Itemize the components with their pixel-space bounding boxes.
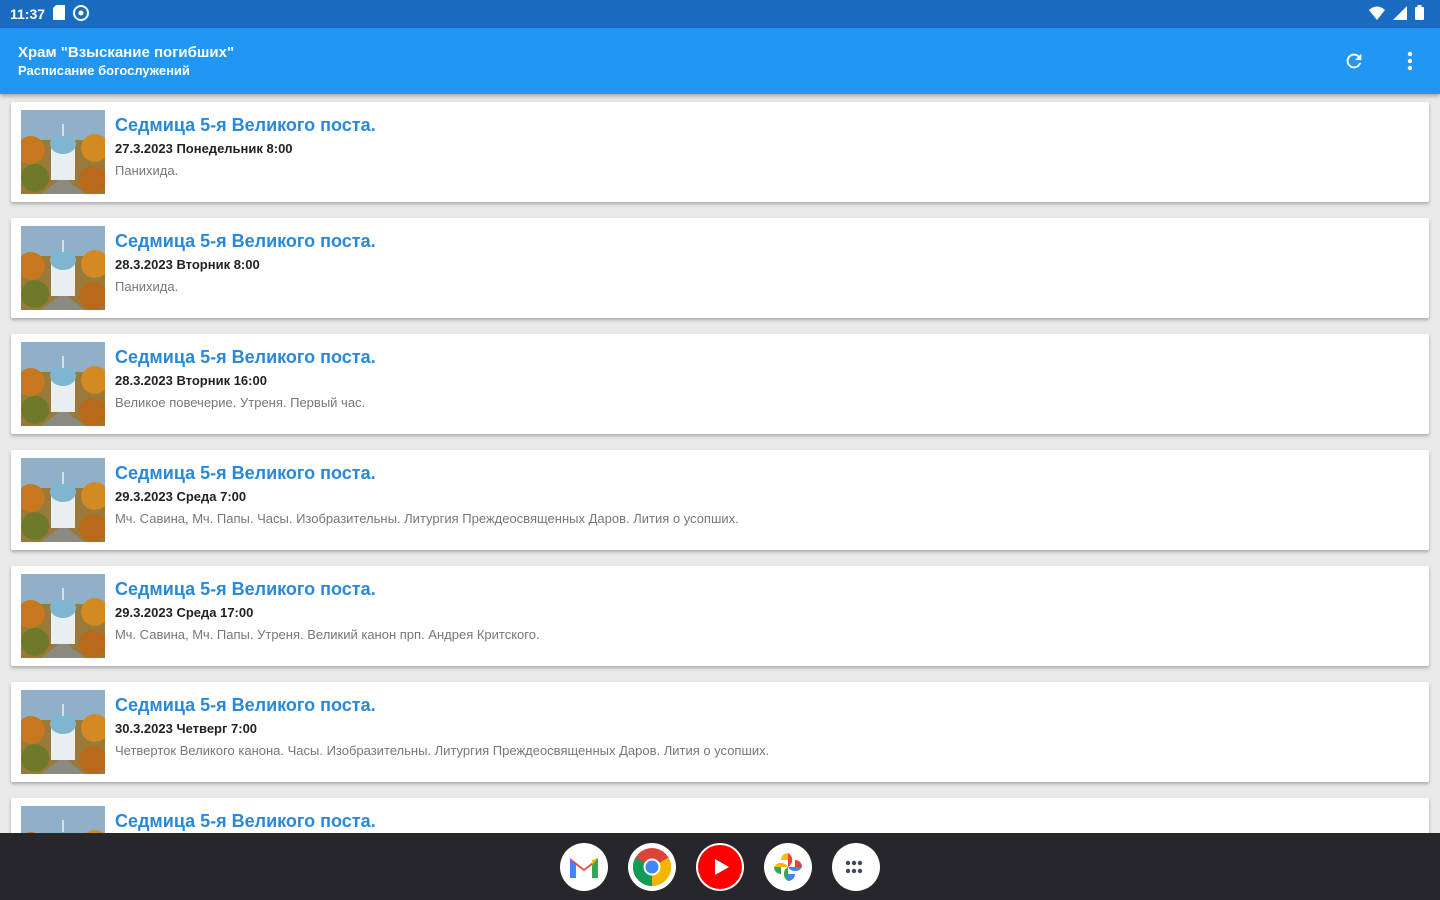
event-title: Седмица 5-я Великого поста.	[115, 347, 376, 367]
event-datetime: 30.3.2023 Четверг 7:00	[115, 721, 258, 736]
app-title: Храм "Взыскание погибших"	[18, 44, 235, 61]
event-text: Седмица 5-я Великого поста. 29.3.2023 Ср…	[115, 574, 540, 644]
church-thumbnail	[17, 342, 109, 426]
app-titles: Храм "Взыскание погибших" Расписание бог…	[18, 43, 234, 79]
event-description: Мч. Савина, Мч. Папы. Часы. Изобразитель…	[115, 511, 739, 526]
event-text: Седмица 5-я Великого поста.	[115, 806, 376, 833]
status-time: 11:37	[10, 6, 46, 22]
event-description: Великое повечерие. Утреня. Первый час.	[115, 395, 366, 410]
event-list[interactable]: Седмица 5-я Великого поста. 27.3.2023 По…	[0, 94, 1440, 833]
app-drawer-icon[interactable]	[832, 842, 880, 891]
event-description: Четверток Великого канона. Часы. Изобраз…	[115, 743, 770, 758]
church-thumbnail	[17, 574, 109, 658]
church-thumbnail	[17, 458, 109, 542]
app-subtitle: Расписание богослужений	[18, 63, 190, 78]
church-thumbnail	[17, 226, 109, 310]
event-text: Седмица 5-я Великого поста. 28.3.2023 Вт…	[115, 226, 376, 296]
refresh-icon[interactable]	[1340, 47, 1368, 75]
church-thumbnail	[17, 690, 109, 774]
event-card[interactable]: Седмица 5-я Великого поста.	[11, 798, 1429, 833]
chrome-icon[interactable]	[628, 842, 676, 891]
event-text: Седмица 5-я Великого поста. 28.3.2023 Вт…	[115, 342, 376, 412]
event-title: Седмица 5-я Великого поста.	[115, 231, 376, 251]
event-text: Седмица 5-я Великого поста. 27.3.2023 По…	[115, 110, 376, 180]
event-card[interactable]: Седмица 5-я Великого поста. 27.3.2023 По…	[11, 102, 1429, 202]
youtube-icon[interactable]	[696, 842, 744, 891]
sim-card-icon	[53, 5, 66, 23]
status-right	[1369, 5, 1424, 23]
battery-icon	[1415, 5, 1424, 23]
church-thumbnail	[17, 110, 109, 194]
event-card[interactable]: Седмица 5-я Великого поста. 30.3.2023 Че…	[11, 682, 1429, 782]
event-text: Седмица 5-я Великого поста. 30.3.2023 Че…	[115, 690, 769, 760]
taskbar-dock	[0, 833, 1440, 900]
event-title: Седмица 5-я Великого поста.	[115, 695, 376, 715]
wifi-icon	[1369, 6, 1385, 23]
event-datetime: 29.3.2023 Среда 7:00	[115, 489, 247, 504]
event-description: Панихида.	[115, 163, 179, 178]
status-left: 11:37	[10, 4, 90, 24]
status-bar: 11:37	[0, 0, 1440, 28]
church-thumbnail	[21, 806, 105, 833]
gmail-icon[interactable]	[560, 842, 608, 891]
event-text: Седмица 5-я Великого поста. 29.3.2023 Ср…	[115, 458, 739, 528]
event-title: Седмица 5-я Великого поста.	[115, 115, 376, 135]
signal-icon	[1393, 5, 1407, 23]
event-card[interactable]: Седмица 5-я Великого поста. 29.3.2023 Ср…	[11, 566, 1429, 666]
app-bar: Храм "Взыскание погибших" Расписание бог…	[0, 28, 1440, 94]
event-description: Мч. Савина, Мч. Папы. Утреня. Великий ка…	[115, 627, 540, 642]
event-datetime: 27.3.2023 Понедельник 8:00	[115, 141, 293, 156]
app-actions	[1340, 47, 1424, 75]
event-datetime: 29.3.2023 Среда 17:00	[115, 605, 254, 620]
event-title: Седмица 5-я Великого поста.	[115, 579, 376, 599]
photos-icon[interactable]	[764, 842, 812, 891]
event-title: Седмица 5-я Великого поста.	[115, 463, 376, 483]
event-description: Панихида.	[115, 279, 179, 294]
event-datetime: 28.3.2023 Вторник 8:00	[115, 257, 260, 272]
event-card[interactable]: Седмица 5-я Великого поста. 28.3.2023 Вт…	[11, 218, 1429, 318]
event-title: Седмица 5-я Великого поста.	[115, 811, 376, 831]
settings-icon	[73, 4, 90, 24]
event-card[interactable]: Седмица 5-я Великого поста. 29.3.2023 Ср…	[11, 450, 1429, 550]
event-datetime: 28.3.2023 Вторник 16:00	[115, 373, 267, 388]
more-vert-icon[interactable]	[1396, 47, 1424, 75]
event-card[interactable]: Седмица 5-я Великого поста. 28.3.2023 Вт…	[11, 334, 1429, 434]
